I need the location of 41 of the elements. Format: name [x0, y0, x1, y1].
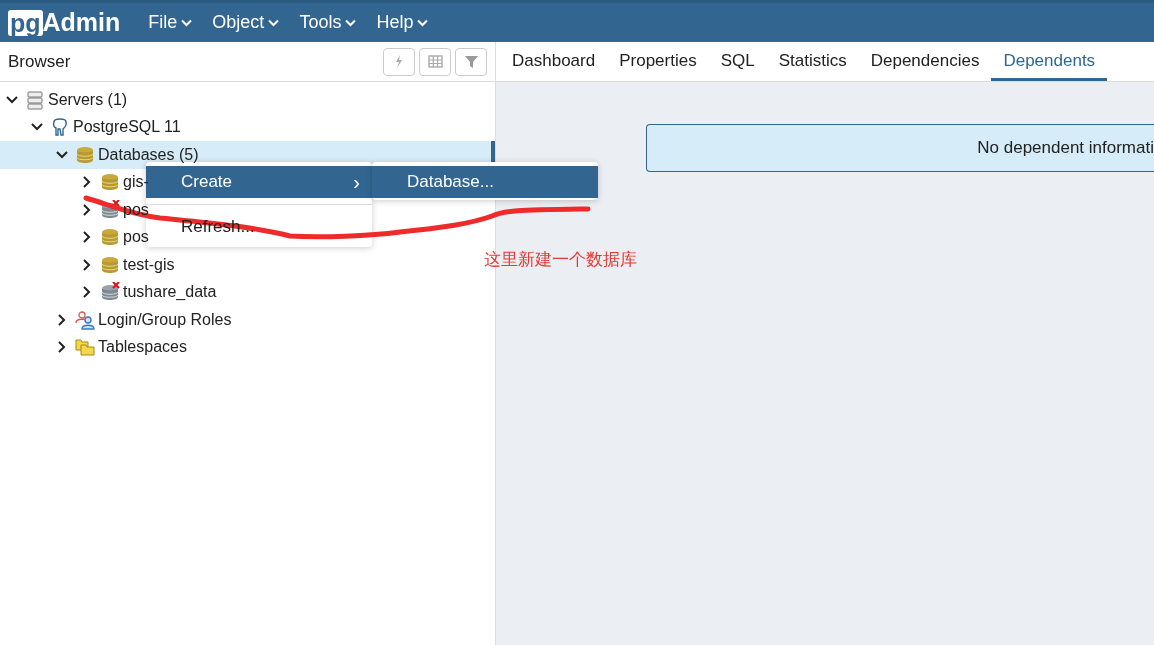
server-icon: [25, 89, 45, 110]
chevron-icon: [345, 18, 357, 27]
toolbar-button[interactable]: [455, 47, 487, 76]
tree-item[interactable]: Login/Group Roles: [55, 306, 232, 334]
tree-item[interactable]: Servers (1): [5, 86, 128, 114]
tree-item[interactable]: Tablespaces: [55, 333, 187, 361]
database-icon: [75, 144, 95, 165]
database-icon: [100, 254, 120, 275]
chevron-icon: [417, 18, 429, 27]
filter-icon: [462, 53, 480, 70]
folders-icon: [75, 337, 95, 358]
submenu-arrow-icon: ›: [353, 167, 360, 197]
menu-item[interactable]: Object: [202, 9, 290, 36]
chevron-icon: [181, 18, 193, 27]
menu-item[interactable]: File: [138, 9, 203, 36]
menu-item[interactable]: Tools: [289, 9, 367, 36]
menu-item[interactable]: Create ›: [146, 166, 372, 198]
pgadmin-logo: pgAdmin: [8, 6, 121, 39]
tab[interactable]: Statistics: [766, 41, 859, 81]
database-icon: [100, 172, 120, 193]
info-message: No dependent informati: [646, 124, 1154, 172]
database-off-icon: [100, 199, 120, 220]
tree-item[interactable]: pos: [80, 223, 149, 251]
database-icon: [100, 227, 120, 248]
grid-icon: [426, 53, 444, 70]
tab[interactable]: Properties: [607, 41, 709, 81]
elephant-icon: [50, 117, 70, 138]
tree-item[interactable]: tushare_data: [80, 278, 217, 306]
annotation-text: 这里新建一个数据库: [484, 249, 637, 271]
tree-item[interactable]: PostgreSQL 11: [30, 113, 181, 141]
tree-item[interactable]: test-gis: [80, 251, 175, 279]
chevron-icon: [268, 18, 280, 27]
panel-title: Browser: [8, 50, 71, 73]
tab[interactable]: SQL: [708, 41, 767, 81]
database-off-icon: [100, 282, 120, 303]
tab[interactable]: Dependents: [991, 41, 1108, 81]
users-icon: [75, 309, 95, 330]
menu-item[interactable]: Help: [366, 9, 439, 36]
menu-item[interactable]: Database...: [372, 166, 598, 198]
tab[interactable]: Dependencies: [858, 41, 992, 81]
tab[interactable]: Dashboard: [500, 41, 608, 81]
